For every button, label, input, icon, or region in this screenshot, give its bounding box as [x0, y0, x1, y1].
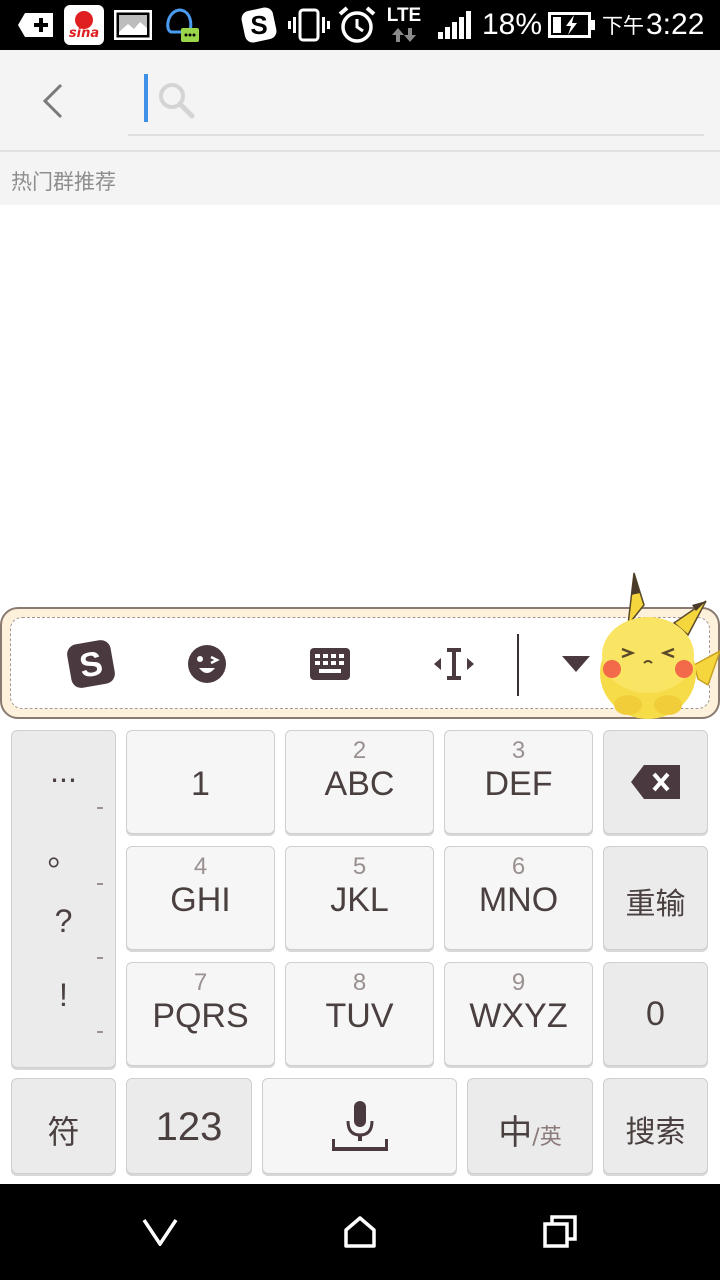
signal-icon [434, 0, 474, 50]
battery-percent: 18% [481, 8, 543, 41]
sogou-logo-button[interactable]: S [51, 618, 131, 710]
battery-icon [548, 0, 596, 50]
key-0[interactable]: 0 [603, 962, 708, 1066]
keyboard-switch-button[interactable] [290, 618, 370, 710]
pikachu-mascot-icon [600, 572, 720, 719]
back-button[interactable] [22, 70, 84, 132]
key-4-ghi[interactable]: 4 GHI [126, 846, 275, 950]
punct-divider [97, 807, 103, 809]
numbers-key[interactable]: 123 [126, 1078, 252, 1174]
key-3-def[interactable]: 3 DEF [444, 730, 593, 834]
reinput-key[interactable]: 重输 [603, 846, 708, 950]
key-7-pqrs[interactable]: 7 PQRS [126, 962, 275, 1066]
nav-back-button[interactable] [130, 1204, 190, 1260]
punctuation-column[interactable]: ... 。 ? ! [11, 730, 116, 1068]
key-9-wxyz[interactable]: 9 WXYZ [444, 962, 593, 1066]
home-icon [344, 1216, 376, 1248]
cursor-move-button[interactable] [414, 618, 494, 710]
key-2-abc[interactable]: 2 ABC [285, 730, 434, 834]
punct-period[interactable]: 。 [12, 829, 115, 875]
search-icon [159, 83, 195, 119]
search-box[interactable] [128, 68, 704, 136]
key-6-mno[interactable]: 6 MNO [444, 846, 593, 950]
punct-question[interactable]: ? [12, 903, 115, 940]
microphone-icon [331, 1101, 388, 1151]
symbols-key[interactable]: 符 [11, 1078, 116, 1174]
recent-apps-icon [543, 1215, 577, 1248]
punct-exclamation[interactable]: ! [12, 977, 115, 1014]
chevron-left-icon [42, 83, 63, 119]
nav-recents-button[interactable] [530, 1204, 590, 1260]
keyboard-icon [310, 648, 350, 680]
backspace-key[interactable] [603, 730, 708, 834]
search-key[interactable]: 搜索 [603, 1078, 708, 1174]
alarm-icon [336, 0, 378, 50]
app-root: sina S LTE 18% 下午 3:22 热门群推荐 S ... 。 ? !… [0, 0, 720, 1280]
svg-text:sina: sina [69, 26, 99, 41]
results-area [0, 205, 720, 605]
add-icon [16, 0, 58, 50]
emoji-icon [188, 645, 226, 683]
ime-keyboard: S ... 。 ? ! 1 2 ABC 3 DEF 4 GHI 5 JKL 6 … [0, 572, 720, 1185]
lte-icon: LTE [386, 0, 422, 50]
status-bar: sina S LTE 18% 下午 3:22 [0, 0, 720, 50]
space-voice-key[interactable] [262, 1078, 457, 1174]
svg-text:S: S [250, 10, 267, 40]
navigation-bar [0, 1184, 720, 1280]
backspace-icon [630, 765, 680, 799]
emoji-button[interactable] [167, 618, 247, 710]
nav-home-button[interactable] [330, 1204, 390, 1260]
key-5-jkl[interactable]: 5 JKL [285, 846, 434, 950]
vibrate-icon [287, 0, 331, 50]
search-input[interactable] [202, 78, 682, 124]
keyboard-toolbar: S [0, 572, 720, 719]
section-title: 热门群推荐 [11, 170, 116, 194]
cursor-move-icon [434, 648, 474, 680]
qq-icon [160, 0, 202, 50]
language-toggle-key[interactable]: 中 /英 [467, 1078, 593, 1174]
toolbar-divider [517, 634, 519, 696]
search-header [0, 50, 720, 152]
sogou-logo-icon: S [67, 640, 115, 688]
sogou-icon: S [240, 0, 278, 50]
section-header: 热门群推荐 [0, 152, 720, 205]
punct-divider [97, 1031, 103, 1033]
back-nav-icon [142, 1219, 178, 1246]
clock: 下午 3:22 [602, 8, 705, 41]
key-1[interactable]: 1 [126, 730, 275, 834]
key-8-tuv[interactable]: 8 TUV [285, 962, 434, 1066]
sina-weibo-icon: sina [63, 0, 105, 50]
image-icon [113, 0, 153, 50]
text-cursor [144, 74, 148, 122]
punct-ellipsis[interactable]: ... [12, 753, 115, 790]
punct-divider [97, 883, 103, 885]
punct-divider [97, 957, 103, 959]
